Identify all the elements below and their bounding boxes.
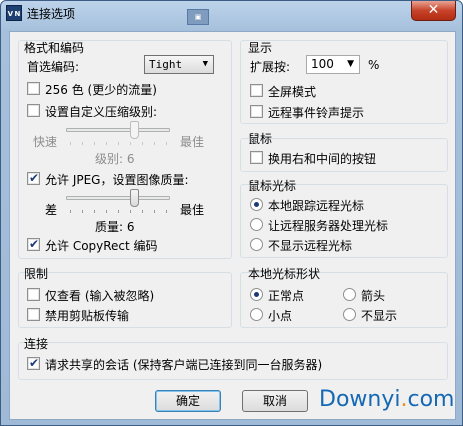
quality-tick [142, 210, 143, 213]
quality-tick [166, 210, 167, 213]
local-cursor-radio[interactable] [250, 308, 263, 321]
restrict-group-title: 限制 [24, 267, 49, 281]
site-watermark: Downyi.com [319, 387, 454, 412]
cancel-button[interactable]: 取消 [242, 390, 308, 412]
quality-tick [130, 210, 131, 213]
dialog-client-area: 格式和编码 首选编码: Tight ▼ 256 色 (更少的流量) 设置自定义压… [9, 31, 456, 420]
mouse-group-title: 鼠标 [248, 132, 273, 146]
shared-session-label[interactable]: 请求共享的会话 (保持客户端已连接到同一台服务器) [45, 356, 322, 373]
cursor-option-radio[interactable] [250, 218, 263, 231]
compress-level-label: 级别: 6 [95, 152, 135, 166]
quality-tick [106, 210, 107, 213]
cursor-option-radio[interactable] [250, 238, 263, 251]
background-app-icon: ▣ [187, 9, 209, 25]
quality-slider-thumb[interactable] [130, 189, 139, 207]
quality-high-label: 最佳 [180, 203, 205, 217]
quality-slider-track[interactable] [66, 196, 170, 200]
local-cursor-label[interactable]: 正常点 [268, 287, 304, 304]
quality-tick [154, 210, 155, 213]
swap-buttons-checkbox[interactable] [250, 151, 263, 164]
display-group-title: 显示 [248, 41, 273, 55]
compress-tick [142, 142, 143, 145]
radio-dot-icon [254, 292, 259, 297]
checkmark-icon: ✔ [28, 356, 40, 370]
close-button[interactable]: ✕ [411, 1, 456, 21]
custom-compress-label[interactable]: 设置自定义压缩级别: [45, 103, 157, 120]
scale-label: 扩展按: [250, 60, 291, 74]
quality-tick [82, 210, 83, 213]
local-cursor-radio[interactable] [343, 288, 356, 301]
fullscreen-checkbox[interactable] [250, 84, 263, 97]
checkmark-icon: ✔ [28, 237, 40, 251]
copyrect-label[interactable]: 允许 CopyRect 编码 [45, 237, 158, 254]
copyrect-checkbox[interactable]: ✔ [27, 237, 40, 251]
local-cursor-label[interactable]: 箭头 [361, 287, 385, 304]
custom-compress-checkbox[interactable] [27, 104, 40, 117]
scale-value: 100 [311, 57, 334, 71]
vnc-app-icon: V N [6, 5, 22, 21]
color256-checkbox[interactable] [27, 82, 40, 95]
watermark-tld: com [407, 387, 455, 412]
disable-clipboard-label[interactable]: 禁用剪贴板传输 [45, 307, 129, 324]
compress-tick [118, 142, 119, 145]
compress-tick [106, 142, 107, 145]
local-cursor-label[interactable]: 不显示 [361, 307, 397, 324]
options-window: V N 连接选项 ▣ ✕ 格式和编码 首选编码: Tight ▼ 256 色 (… [0, 0, 463, 426]
title-bar[interactable]: V N 连接选项 ▣ ✕ [1, 1, 462, 31]
preferred-encoding-label: 首选编码: [27, 60, 80, 74]
compress-high-label: 最佳 [180, 135, 205, 149]
cursor-option-radio[interactable] [250, 198, 263, 211]
compress-slider-thumb [130, 121, 139, 139]
format-group-title: 格式和编码 [24, 41, 85, 55]
chevron-down-icon: ▼ [202, 59, 208, 69]
fullscreen-label[interactable]: 全屏模式 [268, 83, 316, 100]
quality-low-label: 差 [45, 203, 58, 217]
bell-label[interactable]: 远程事件铃声提示 [268, 104, 364, 121]
window-title: 连接选项 [27, 7, 76, 21]
scale-unit: % [368, 58, 380, 72]
quality-tick [94, 210, 95, 213]
watermark-name: Downyi [319, 387, 401, 412]
compress-tick [166, 142, 167, 145]
scale-select[interactable]: 100 ▼ [306, 55, 360, 74]
compress-tick [94, 142, 95, 145]
connection-group-title: 连接 [24, 337, 49, 351]
checkmark-icon: ✔ [28, 171, 40, 185]
bell-checkbox[interactable] [250, 105, 263, 118]
compress-tick [130, 142, 131, 145]
compress-slider-track [66, 128, 170, 132]
compress-low-label: 快速 [33, 135, 58, 149]
ok-button[interactable]: 确定 [155, 390, 221, 412]
quality-tick [70, 210, 71, 213]
local-cursor-label[interactable]: 小点 [268, 307, 292, 324]
local-cursor-radio[interactable] [250, 288, 263, 301]
local-cursor-radio[interactable] [343, 308, 356, 321]
radio-dot-icon [254, 202, 259, 207]
quality-tick [118, 210, 119, 213]
preferred-encoding-select[interactable]: Tight ▼ [144, 55, 214, 74]
color256-label[interactable]: 256 色 (更少的流量) [45, 81, 157, 98]
cursor-group-title: 鼠标光标 [248, 179, 297, 193]
compress-tick [82, 142, 83, 145]
compress-tick [70, 142, 71, 145]
preferred-encoding-value: Tight [149, 58, 183, 71]
cursor-option-label[interactable]: 本地跟踪远程光标 [268, 197, 364, 214]
local-cursor-group-title: 本地光标形状 [248, 267, 321, 281]
view-only-checkbox[interactable] [27, 288, 40, 301]
swap-buttons-label[interactable]: 换用右和中间的按钮 [268, 150, 376, 167]
chevron-down-icon: ▼ [347, 59, 354, 69]
view-only-label[interactable]: 仅查看 (输入被忽略) [45, 287, 154, 304]
cursor-option-label[interactable]: 不显示远程光标 [268, 237, 352, 254]
shared-session-checkbox[interactable]: ✔ [27, 356, 40, 370]
disable-clipboard-checkbox[interactable] [27, 308, 40, 321]
cursor-option-label[interactable]: 让远程服务器处理光标 [268, 217, 388, 234]
jpeg-label[interactable]: 允许 JPEG，设置图像质量: [45, 171, 189, 188]
jpeg-checkbox[interactable]: ✔ [27, 171, 40, 185]
compress-tick [154, 142, 155, 145]
quality-level-label: 质量: 6 [95, 220, 135, 234]
